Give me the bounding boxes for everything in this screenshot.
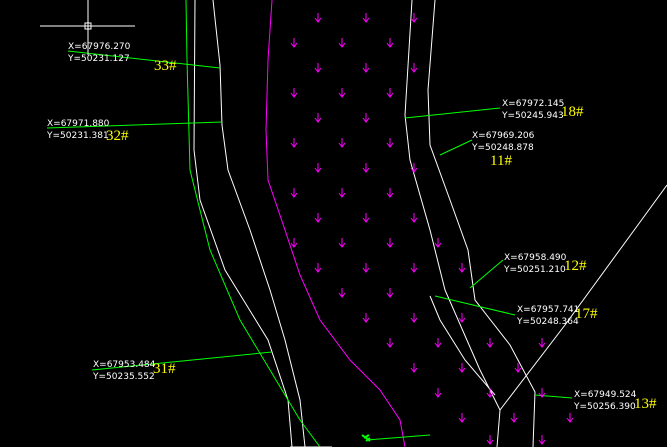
vegetation-symbol-icon: [386, 88, 394, 98]
white-boundary-lines: [193, 0, 667, 447]
vegetation-symbol-icon: [314, 13, 322, 23]
x-coordinate: X=67976.270: [68, 42, 131, 52]
vegetation-symbols: [290, 13, 574, 445]
leader-11: [439, 139, 473, 156]
x-coordinate: X=67972.145: [502, 99, 564, 109]
survey-point-12: X=67958.490 Y=50251.210 12#: [503, 253, 587, 275]
vegetation-symbol-icon: [338, 288, 346, 298]
vegetation-symbol-icon: [410, 213, 418, 223]
vegetation-symbol-icon: [314, 263, 322, 273]
vegetation-symbol-icon: [290, 138, 298, 148]
vegetation-symbol-icon: [386, 38, 394, 48]
x-coordinate: X=67971.880: [47, 119, 110, 129]
bottom-green-segment: [366, 434, 431, 441]
leader-12: [469, 259, 504, 289]
survey-point-13: X=67949.524 Y=50256.390 13#: [573, 390, 657, 412]
vegetation-symbol-icon: [314, 163, 322, 173]
survey-point-33: X=67976.270 Y=50231.127 33#: [67, 42, 177, 74]
vegetation-symbol-icon: [458, 413, 466, 423]
vegetation-symbol-icon: [314, 113, 322, 123]
point-label: 32#: [106, 128, 129, 144]
vegetation-symbol-icon: [538, 435, 546, 445]
vegetation-symbol-icon: [362, 163, 370, 173]
diagonal-boundary: [499, 184, 667, 411]
vegetation-symbol-icon: [338, 88, 346, 98]
right-inner-boundary: [404, 0, 501, 447]
vegetation-symbol-icon: [290, 88, 298, 98]
point-label: 12#: [564, 258, 587, 274]
vegetation-symbol-icon: [458, 363, 466, 373]
survey-point-17: X=67957.741 Y=50248.364 17#: [516, 305, 598, 327]
vegetation-symbol-icon: [338, 238, 346, 248]
vegetation-symbol-icon: [362, 263, 370, 273]
y-coordinate: Y=50251.210: [503, 265, 566, 275]
vegetation-symbol-icon: [434, 388, 442, 398]
y-coordinate: Y=50248.364: [516, 317, 579, 327]
x-coordinate: X=67953.484: [93, 360, 156, 370]
vegetation-symbol-icon: [410, 63, 418, 73]
point-label: 18#: [561, 104, 584, 120]
vegetation-symbol-icon: [386, 188, 394, 198]
survey-point-31: X=67953.484 Y=50235.552 31#: [92, 360, 176, 382]
vegetation-symbol-icon: [362, 113, 370, 123]
x-coordinate: X=67958.490: [504, 253, 567, 263]
vegetation-symbol-icon: [386, 338, 394, 348]
x-coordinate: X=67969.206: [472, 131, 535, 141]
vegetation-symbol-icon: [410, 263, 418, 273]
point-label: 17#: [575, 306, 598, 322]
y-coordinate: Y=50245.943: [501, 111, 564, 121]
point-label: 13#: [634, 396, 657, 412]
vegetation-symbol-icon: [338, 138, 346, 148]
vegetation-symbol-icon: [486, 435, 494, 445]
y-coordinate: Y=50256.390: [573, 402, 636, 412]
vegetation-symbol-icon: [314, 63, 322, 73]
vegetation-symbol-icon: [362, 63, 370, 73]
survey-point-18: X=67972.145 Y=50245.943 18#: [501, 99, 584, 121]
vegetation-symbol-icon: [538, 338, 546, 348]
green-marker-icon: [361, 434, 371, 442]
vegetation-symbol-icon: [386, 138, 394, 148]
vegetation-symbol-icon: [566, 413, 574, 423]
vegetation-symbol-icon: [290, 38, 298, 48]
y-coordinate: Y=50248.878: [471, 143, 534, 153]
y-coordinate: Y=50231.381: [46, 131, 109, 141]
vegetation-symbol-icon: [458, 313, 466, 323]
left-inner-boundary: [212, 0, 306, 447]
vegetation-symbol-icon: [314, 213, 322, 223]
vegetation-symbol-icon: [458, 263, 466, 273]
vegetation-symbol-icon: [410, 363, 418, 373]
y-coordinate: Y=50235.552: [92, 372, 155, 382]
vegetation-symbol-icon: [434, 338, 442, 348]
vegetation-symbol-icon: [290, 188, 298, 198]
vegetation-symbol-icon: [386, 238, 394, 248]
vegetation-symbol-icon: [362, 13, 370, 23]
vegetation-symbol-icon: [290, 238, 298, 248]
vegetation-symbol-icon: [362, 313, 370, 323]
vegetation-boundary: [265, 0, 406, 447]
survey-point-32: X=67971.880 Y=50231.381 32#: [46, 119, 129, 144]
survey-plan: X=67976.270 Y=50231.127 33# X=67971.880 …: [40, 0, 667, 447]
vegetation-symbol-icon: [338, 188, 346, 198]
vegetation-symbol-icon: [362, 213, 370, 223]
y-coordinate: Y=50231.127: [67, 54, 130, 64]
vegetation-symbol-icon: [410, 313, 418, 323]
vegetation-symbol-icon: [410, 13, 418, 23]
green-curve: [185, 0, 321, 447]
vegetation-symbol-icon: [434, 238, 442, 248]
point-label: 33#: [154, 58, 177, 74]
survey-point-11: X=67969.206 Y=50248.878 11#: [471, 131, 535, 169]
x-coordinate: X=67957.741: [517, 305, 579, 315]
point-label: 31#: [153, 361, 176, 377]
vegetation-symbol-icon: [510, 413, 518, 423]
vegetation-symbol-icon: [386, 288, 394, 298]
vegetation-symbol-icon: [486, 338, 494, 348]
leader-18: [404, 107, 501, 119]
x-coordinate: X=67949.524: [574, 390, 637, 400]
cad-drawing-canvas[interactable]: X=67976.270 Y=50231.127 33# X=67971.880 …: [0, 0, 667, 447]
point-label: 11#: [490, 153, 512, 169]
vegetation-symbol-icon: [338, 38, 346, 48]
vegetation-symbol-icon: [486, 388, 494, 398]
